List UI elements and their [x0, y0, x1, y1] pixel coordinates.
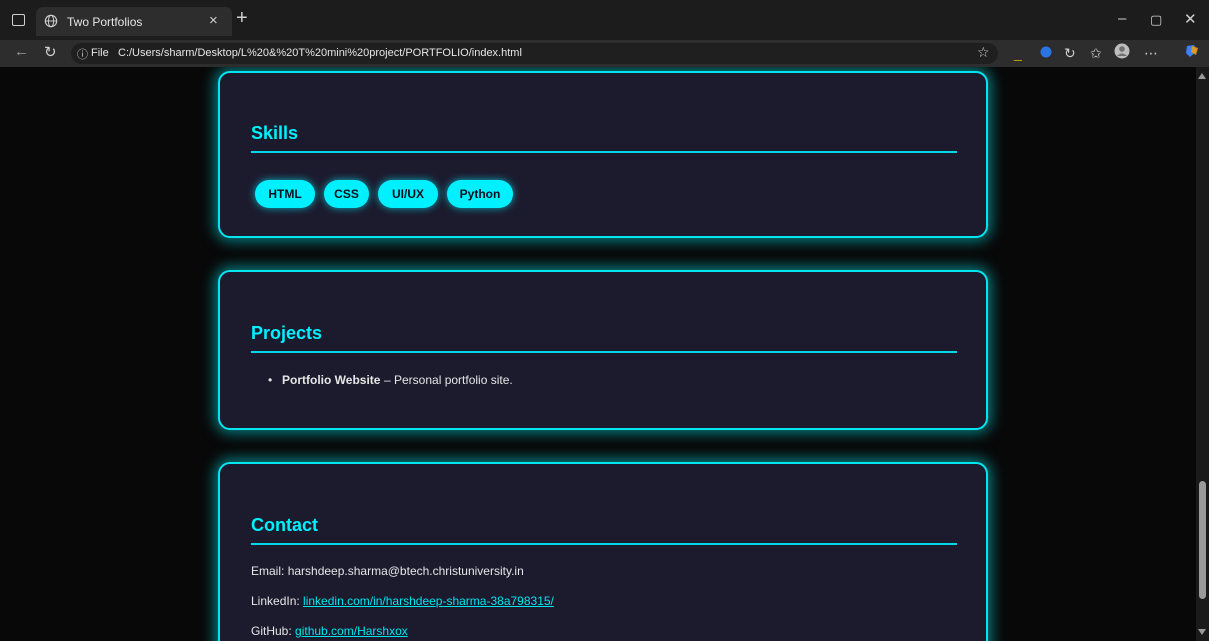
tab-title: Two Portfolios — [67, 15, 143, 29]
profile-icon[interactable] — [1114, 43, 1130, 62]
project-description: – Personal portfolio site. — [384, 373, 513, 387]
projects-divider — [251, 351, 957, 353]
extension-icon[interactable] — [1040, 45, 1052, 61]
skill-pill-uiux: UI/UX — [378, 180, 438, 208]
contact-email: Email: harshdeep.sharma@btech.christuniv… — [251, 564, 524, 578]
scroll-up-arrow[interactable] — [1198, 73, 1206, 79]
skills-heading: Skills — [251, 123, 299, 143]
scroll-down-arrow[interactable] — [1198, 629, 1206, 635]
star-icon[interactable]: ☆ — [977, 44, 990, 61]
github-label: GitHub: — [251, 624, 292, 638]
more-icon[interactable]: ⋯ — [1144, 45, 1158, 61]
favorites-icon[interactable]: ✩ — [1090, 45, 1102, 61]
browser-toolbar: ← ↻ ⓘ File C:/Users/sharm/Desktop/L%20&%… — [0, 40, 1209, 67]
page-viewport: Skills HTML CSS UI/UX Python Projects • … — [0, 67, 1196, 641]
contact-heading: Contact — [251, 515, 318, 535]
address-bar[interactable]: ⓘ File C:/Users/sharm/Desktop/L%20&%20T%… — [71, 43, 998, 64]
close-window-button[interactable]: ✕ — [1184, 10, 1197, 28]
back-icon[interactable]: ← — [14, 43, 29, 60]
projects-heading: Projects — [251, 323, 323, 343]
skills-divider — [251, 151, 957, 153]
scroll-thumb[interactable] — [1199, 481, 1206, 599]
contact-card: Contact Email: harshdeep.sharma@btech.ch… — [218, 462, 988, 641]
minimize-button[interactable]: – — [1118, 10, 1126, 27]
globe-icon — [44, 14, 58, 28]
scheme-label: File — [91, 47, 109, 59]
contact-github: GitHub: github.com/Harshxox — [251, 624, 408, 638]
skill-pill-css: CSS — [324, 180, 369, 208]
new-tab-button[interactable]: + — [236, 8, 248, 28]
refresh-icon[interactable]: ↻ — [44, 43, 57, 61]
github-link[interactable]: github.com/Harshxox — [295, 624, 408, 638]
email-value: harshdeep.sharma@btech.christuniversity.… — [287, 564, 524, 578]
skills-card: Skills HTML CSS UI/UX Python — [218, 71, 988, 238]
url-text[interactable]: C:/Users/sharm/Desktop/L%20&%20T%20mini%… — [118, 47, 522, 59]
contact-divider — [251, 543, 957, 545]
info-icon[interactable]: ⓘ — [77, 46, 88, 62]
maximize-button[interactable]: ▢ — [1150, 12, 1162, 28]
project-name: Portfolio Website — [282, 373, 381, 387]
bullet: • — [268, 373, 273, 387]
title-bar: Two Portfolios × + – ▢ ✕ — [0, 0, 1209, 40]
copilot-icon[interactable] — [1184, 43, 1200, 62]
sidebar-toggle-icon[interactable] — [12, 14, 25, 26]
tab-close-button[interactable]: × — [209, 12, 218, 29]
skill-pill-python: Python — [447, 180, 513, 208]
tab-two-portfolios[interactable]: Two Portfolios × — [36, 7, 232, 36]
refresh-alt-icon[interactable]: ↻ — [1064, 45, 1076, 61]
skill-pill-html: HTML — [255, 180, 315, 208]
page-scrollbar[interactable] — [1196, 67, 1209, 641]
projects-card: Projects • Portfolio Website – Personal … — [218, 270, 988, 430]
linkedin-link[interactable]: linkedin.com/in/harshdeep-sharma-38a7983… — [303, 594, 554, 608]
email-label: Email: — [251, 564, 285, 578]
contact-linkedin: LinkedIn: linkedin.com/in/harshdeep-shar… — [251, 594, 554, 608]
linkedin-label: LinkedIn: — [251, 594, 300, 608]
extension-icon[interactable]: _ — [1014, 45, 1022, 61]
